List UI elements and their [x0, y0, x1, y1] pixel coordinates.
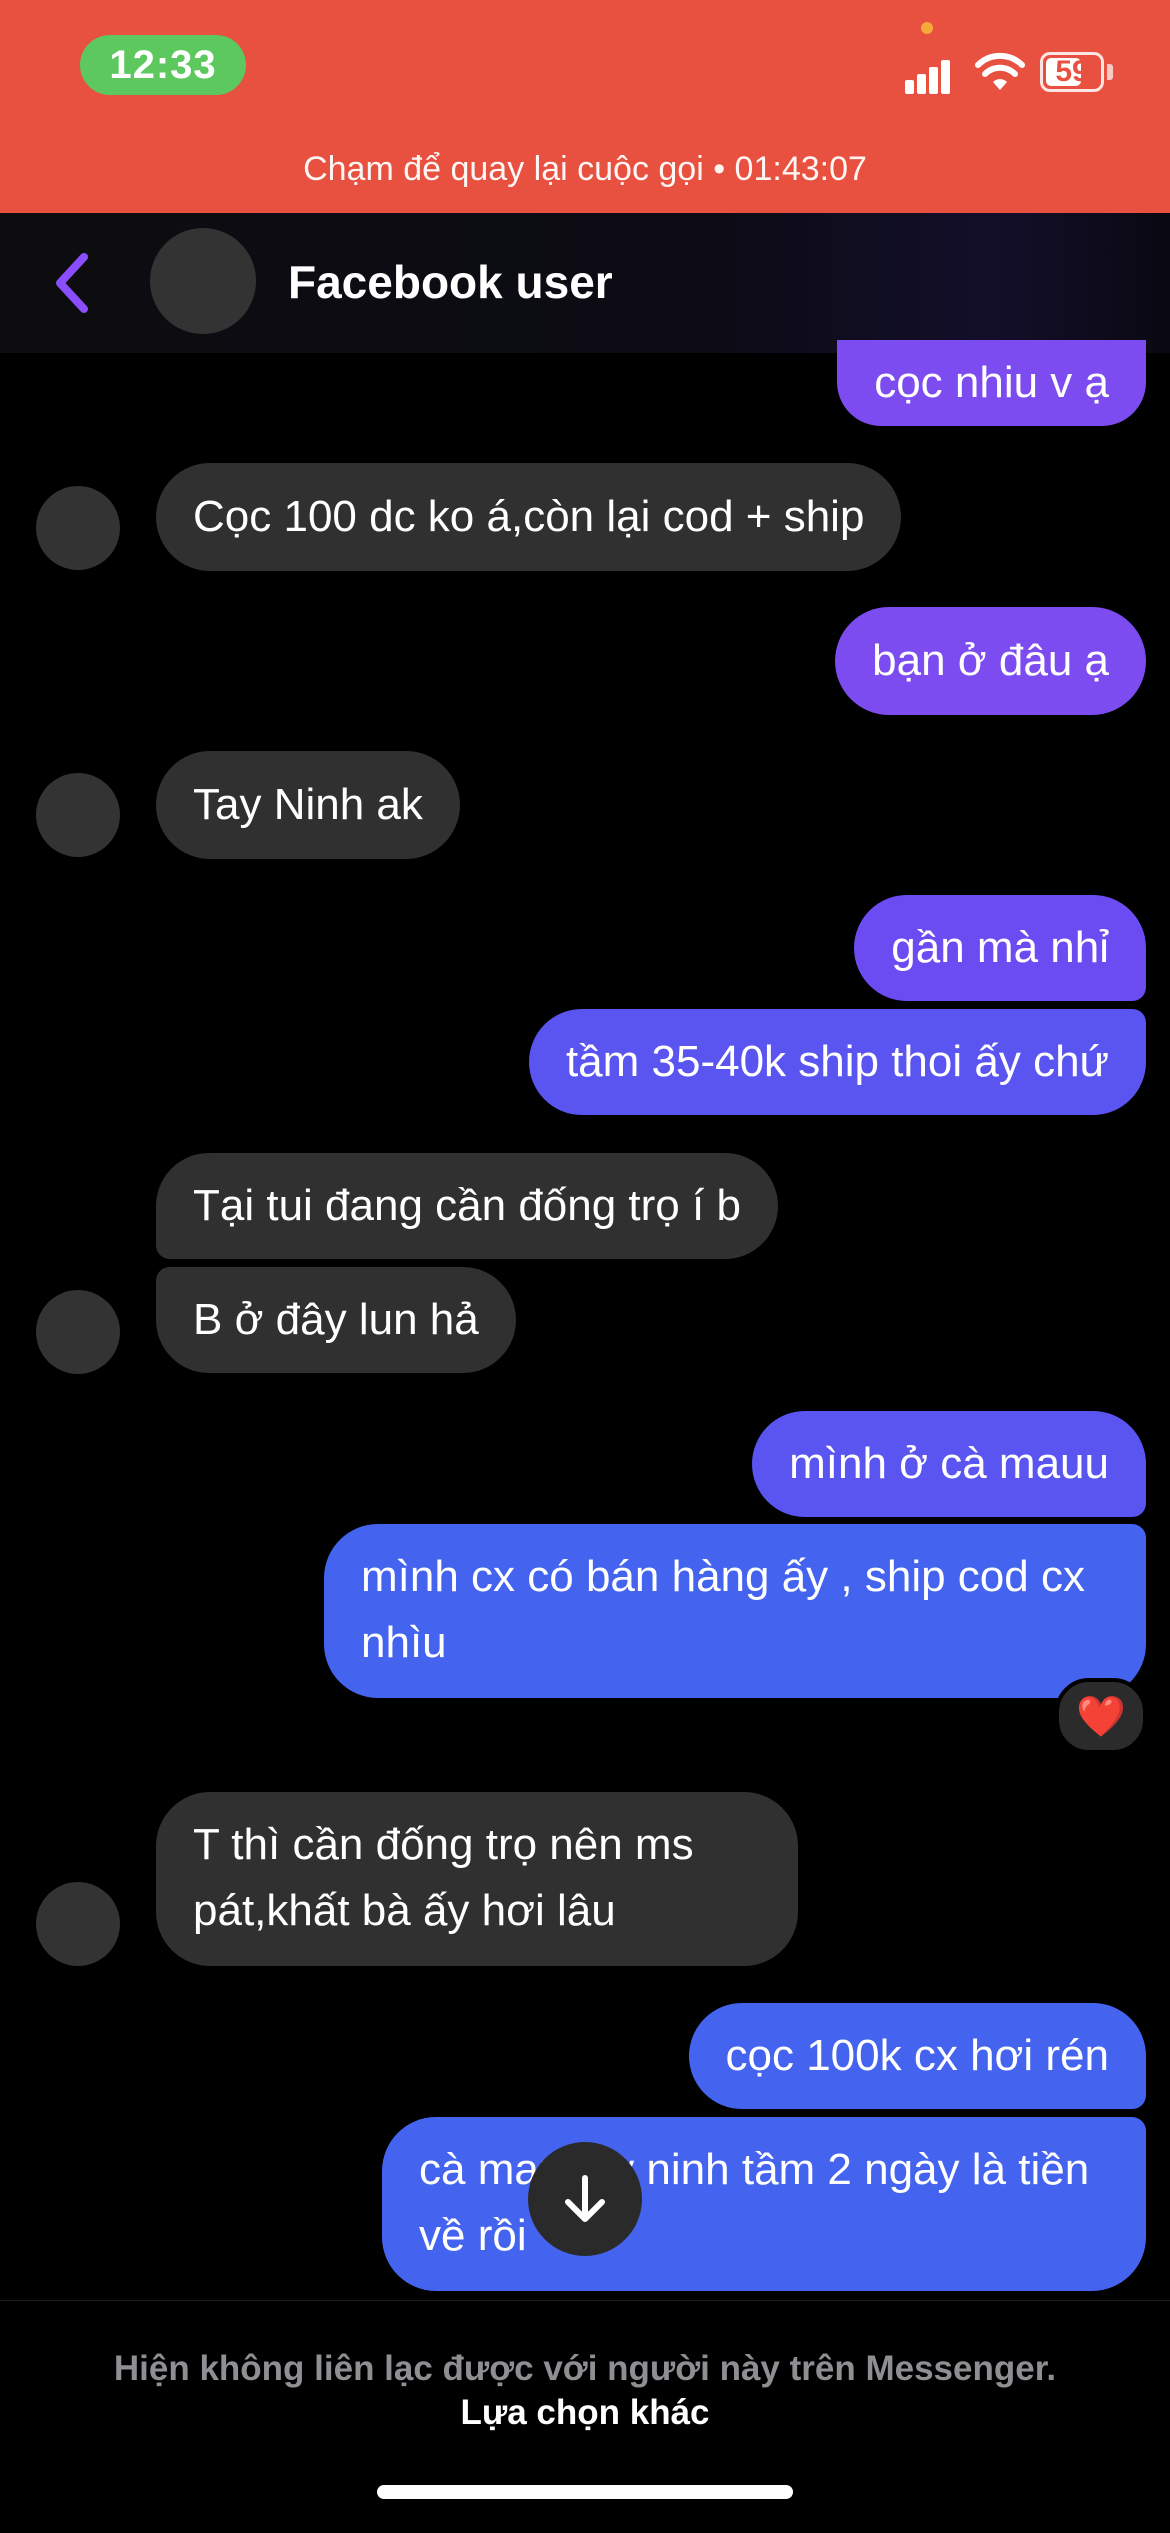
sender-avatar	[36, 486, 120, 570]
message-bubble-outgoing[interactable]: tầm 35-40k ship thoi ấy chứ	[528, 1009, 1146, 1115]
message-bubble-outgoing[interactable]: cà mau tây ninh tầm 2 ngày là tiền về rồ…	[382, 2117, 1146, 2291]
status-time: 12:33	[80, 35, 246, 95]
message-bubble-incoming[interactable]: Tại tui đang cần đống trọ í b	[156, 1153, 778, 1259]
sender-avatar	[36, 773, 120, 857]
message-bubble-outgoing[interactable]: bạn ở đâu ạ	[835, 607, 1146, 715]
battery-icon: 59	[1040, 52, 1104, 92]
return-to-call-text[interactable]: Chạm để quay lại cuộc gọi • 01:43:07	[0, 150, 1170, 189]
message-bubble-incoming[interactable]: Cọc 100 dc ko á,còn lại cod + ship	[156, 463, 902, 571]
cellular-signal-icon	[905, 54, 963, 94]
contact-avatar[interactable]	[150, 228, 256, 334]
heart-reaction-icon[interactable]: ❤️	[1055, 1678, 1147, 1754]
home-indicator[interactable]	[377, 2485, 793, 2499]
battery-nub	[1107, 64, 1113, 80]
message-bubble-incoming[interactable]: B ở đây lun hả	[156, 1267, 516, 1373]
message-bubble-outgoing[interactable]: mình cx có bán hàng ấy , ship cod cx nhì…	[324, 1524, 1146, 1698]
message-bubble-incoming[interactable]: T thì cần đống trọ nên ms pát,khất bà ấy…	[156, 1792, 798, 1966]
message-bubble-incoming[interactable]: Tay Ninh ak	[156, 751, 460, 859]
other-options-link[interactable]: Lựa chọn khác	[0, 2393, 1170, 2433]
message-bubble-outgoing[interactable]: cọc 100k cx hơi rén	[688, 2003, 1146, 2109]
message-bubble-outgoing[interactable]: cọc nhiu v ạ	[837, 340, 1146, 426]
battery-level: 59	[1055, 55, 1089, 88]
message-bubble-outgoing[interactable]: gần mà nhỉ	[854, 895, 1146, 1001]
conversation-header: Facebook user	[0, 213, 1170, 353]
sender-avatar	[36, 1290, 120, 1374]
scroll-to-bottom-button[interactable]	[528, 2142, 642, 2256]
wifi-icon	[975, 52, 1025, 90]
chevron-left-icon[interactable]	[48, 243, 98, 323]
mic-indicator-dot	[921, 22, 933, 34]
message-bubble-outgoing[interactable]: mình ở cà mauu	[752, 1411, 1146, 1517]
contact-name[interactable]: Facebook user	[288, 255, 613, 309]
unavailable-notice: Hiện không liên lạc được với người này t…	[113, 2349, 1057, 2388]
sender-avatar	[36, 1882, 120, 1966]
call-banner-bar[interactable]: 12:33 59 Chạm để quay lại cuộc gọi • 01:…	[0, 0, 1170, 213]
arrow-down-icon	[565, 2175, 605, 2222]
